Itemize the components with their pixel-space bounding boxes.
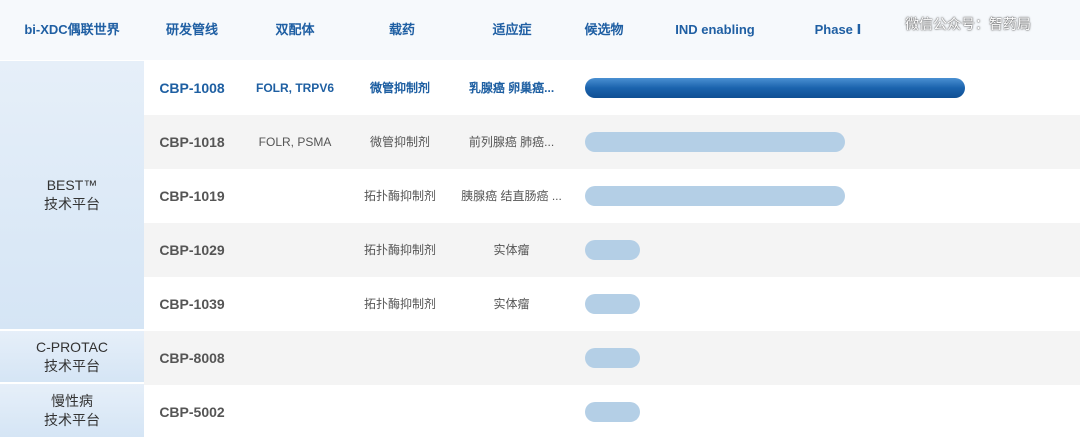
table-row: CBP-8008 [144,331,1080,385]
header-col-phase-1: Phase Ⅰ [814,22,862,37]
header-col-title: bi-XDC偶联世界 [24,22,120,37]
ligand-cell: FOLR, TRPV6 [255,81,334,95]
platform-label: 慢性病 技术平台 [44,392,100,428]
indication-cell: 乳腺癌 卵巢癌... [468,81,555,95]
drug-code: CBP-8008 [159,350,225,366]
platform-best: BEST™ 技术平台 [0,61,144,329]
indication-cell [454,331,569,385]
ligand-cell [240,169,350,223]
progress-bar [585,402,640,422]
drug-code: CBP-1039 [159,296,225,312]
progress-bar [585,294,640,314]
drug-code: CBP-5002 [159,404,225,420]
platform-label: C-PROTAC 技术平台 [35,338,109,374]
payload-cell: 微管抑制剂 [369,135,430,149]
header-col-indication: 适应症 [492,22,532,37]
ligand-cell: FOLR, PSMA [258,135,332,149]
platform-label: BEST™ 技术平台 [44,177,100,212]
platform-chronic-disease: 慢性病 技术平台 [0,384,144,437]
table-row: CBP-5002 [144,385,1080,439]
ligand-cell [240,277,350,331]
indication-cell: 胰腺癌 结直肠癌 ... [461,189,562,203]
payload-cell: 拓扑酶抑制剂 [363,189,436,203]
ligand-cell [240,331,350,385]
drug-code: CBP-1008 [159,80,225,96]
header-col-pipeline: 研发管线 [165,22,218,37]
table-row: CBP-1029 拓扑酶抑制剂 实体瘤 [144,223,1080,277]
drug-code: CBP-1019 [159,188,225,204]
indication-cell: 实体瘤 [493,297,530,311]
progress-bar [585,240,640,260]
platform-c-protac: C-PROTAC 技术平台 [0,331,144,382]
progress-bar [585,186,845,206]
indication-cell: 前列腺癌 肺癌... [468,135,555,149]
header-col-candidate: 候选物 [584,22,624,37]
payload-cell [355,385,445,439]
payload-cell: 拓扑酶抑制剂 [363,297,436,311]
header-col-ind-enabling: IND enabling [675,22,755,37]
drug-code: CBP-1029 [159,242,225,258]
progress-bar [585,348,640,368]
ligand-cell [240,223,350,277]
indication-cell [454,385,569,439]
table-row: CBP-1019 拓扑酶抑制剂 胰腺癌 结直肠癌 ... [144,169,1080,223]
header-col-payload: 载药 [388,22,415,37]
drug-code: CBP-1018 [159,134,225,150]
ligand-cell [240,385,350,439]
table-row: CBP-1018 FOLR, PSMA 微管抑制剂 前列腺癌 肺癌... [144,115,1080,169]
payload-cell: 拓扑酶抑制剂 [363,243,436,257]
payload-cell [355,331,445,385]
header-col-ligand: 双配体 [275,22,315,37]
payload-cell: 微管抑制剂 [369,81,430,95]
table-header: bi-XDC偶联世界 研发管线 双配体 载药 适应症 候选物 IND enabl… [0,0,1080,60]
watermark-text: 微信公众号：智药局 [905,16,1031,32]
table-row: CBP-1008 FOLR, TRPV6 微管抑制剂 乳腺癌 卵巢癌... [144,61,1080,115]
progress-bar [585,78,965,98]
progress-bar [585,132,845,152]
indication-cell: 实体瘤 [493,243,530,257]
table-row: CBP-1039 拓扑酶抑制剂 实体瘤 [144,277,1080,331]
